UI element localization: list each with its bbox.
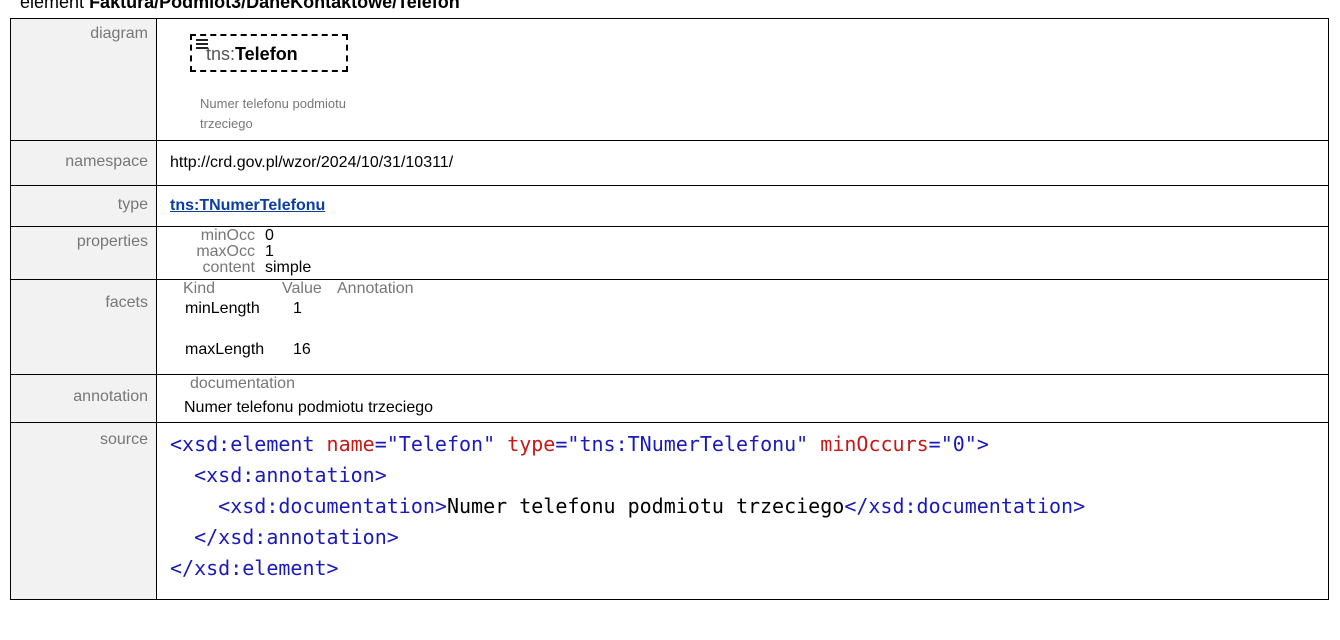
diagram-area: tns:Telefon Numer telefonu podmiotu trze… [170, 19, 1328, 140]
prop-value: simple [265, 259, 312, 276]
annotation-row: annotation documentation Numer telefonu … [10, 374, 1329, 423]
source-line: <xsd:documentation>Numer telefonu podmio… [218, 494, 1086, 518]
type-row: type tns:TNumerTelefonu [10, 185, 1329, 227]
properties-row: properties minOcc 0 maxOcc 1 content sim… [10, 226, 1329, 280]
facets-table: Kind Value Annotation minLength 1 maxLen… [170, 280, 1328, 374]
source-code: <xsd:element name="Telefon" type="tns:TN… [170, 423, 1328, 599]
facet-value: 16 [293, 341, 311, 358]
heading-prefix: element [20, 0, 85, 12]
facets-label: facets [10, 279, 157, 375]
facet-value: 1 [293, 300, 302, 317]
heading-path: Faktura/Podmiot3/DaneKontaktowe/Telefon [89, 0, 460, 12]
facets-header-annotation: Annotation [337, 280, 414, 297]
facet-kind: minLength [185, 300, 260, 317]
element-prefix: tns: [206, 44, 236, 64]
element-box[interactable]: tns:Telefon [190, 34, 348, 72]
source-line: </xsd:element> [170, 556, 339, 580]
annotation-value: Numer telefonu podmiotu trzeciego [184, 399, 434, 416]
element-local-name: Telefon [235, 44, 298, 64]
type-label: type [10, 185, 157, 227]
source-line: <xsd:element name="Telefon" type="tns:TN… [170, 432, 989, 456]
namespace-row: namespace http://crd.gov.pl/wzor/2024/10… [10, 140, 1329, 186]
namespace-label: namespace [10, 140, 157, 186]
source-row: source <xsd:element name="Telefon" type=… [10, 422, 1329, 600]
source-label: source [10, 422, 157, 600]
source-line: </xsd:annotation> [194, 525, 399, 549]
type-link[interactable]: tns:TNumerTelefonu [170, 197, 325, 214]
facet-kind: maxLength [185, 341, 265, 358]
properties-label: properties [10, 226, 157, 280]
namespace-value: http://crd.gov.pl/wzor/2024/10/31/10311/ [156, 140, 1329, 186]
element-name: tns:Telefon [206, 44, 298, 65]
diagram-row: diagram tns:Telefon Numer telefonu podmi… [10, 18, 1329, 141]
diagram-documentation: Numer telefonu podmiotu trzeciego [200, 96, 346, 131]
properties-list: minOcc 0 maxOcc 1 content simple [170, 227, 1328, 279]
facets-header-kind: Kind [183, 280, 216, 297]
prop-key: content [202, 259, 255, 276]
facets-header-value: Value [282, 280, 322, 297]
page-heading: element Faktura/Podmiot3/DaneKontaktowe/… [20, 0, 460, 13]
annotation-label: annotation [10, 374, 157, 423]
diagram-label: diagram [10, 18, 157, 141]
element-doc-table: diagram tns:Telefon Numer telefonu podmi… [10, 18, 1329, 600]
annotation-key: documentation [190, 375, 295, 392]
annotation-block: documentation Numer telefonu podmiotu tr… [170, 375, 1328, 422]
facets-row: facets Kind Value Annotation minLength 1… [10, 279, 1329, 375]
source-line: <xsd:annotation> [194, 463, 387, 487]
